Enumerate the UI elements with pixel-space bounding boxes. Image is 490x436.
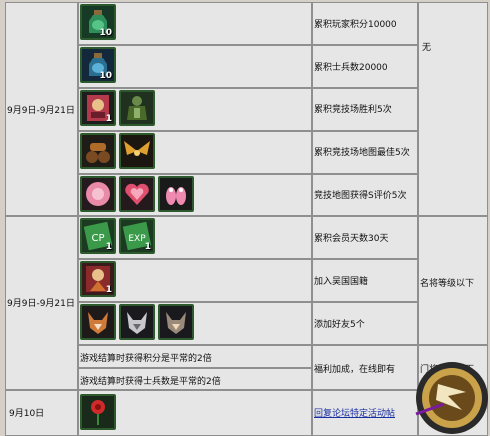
condition-text: 累积竞技场地图最佳5次 — [314, 148, 410, 158]
condition-text: 累积竞技场胜利5次 — [314, 105, 392, 115]
game-logo — [415, 362, 488, 434]
date-range-3: 9月10日 — [9, 409, 45, 419]
bonus-soldiers-text: 游戏结算时获得士兵数是平常的2倍 — [80, 377, 221, 387]
card-icon: 1 — [80, 90, 116, 126]
wings-icon — [119, 133, 155, 169]
date-range-2: 9月9日-9月21日 — [7, 299, 75, 309]
pink-slippers-icon — [158, 176, 194, 212]
requirement-none: 无 — [422, 43, 432, 53]
green-potion-icon: 10 — [80, 4, 116, 40]
condition-text: 累积士兵数20000 — [314, 63, 388, 73]
forum-activity-link[interactable]: 回复论坛特定活动帖 — [314, 406, 395, 419]
cannon-icon — [80, 133, 116, 169]
heart-icon — [119, 176, 155, 212]
condition-text: 添加好友5个 — [314, 320, 365, 330]
soldier-icon — [119, 90, 155, 126]
fox-mask-icon — [80, 304, 116, 340]
character-card-icon: 1 — [80, 261, 116, 297]
pink-cushion-icon — [80, 176, 116, 212]
condition-text: 加入吴国国籍 — [314, 277, 369, 287]
svg-text:CP: CP — [91, 233, 104, 244]
requirement-cell-1 — [418, 2, 488, 216]
cp-card-icon: CP 1 — [80, 218, 116, 254]
condition-text: 累积会员天数30天 — [314, 234, 389, 244]
condition-text: 累积玩家积分10000 — [314, 20, 397, 30]
date-range-1: 9月9日-9月21日 — [7, 106, 75, 116]
svg-text:EXP: EXP — [128, 234, 146, 244]
rose-icon — [80, 394, 116, 430]
blue-potion-icon: 10 — [80, 47, 116, 83]
bonus-condition-text: 福利加成，在线即有 — [314, 365, 396, 375]
wolf-mask-icon — [119, 304, 155, 340]
fox-helmet-icon — [158, 304, 194, 340]
bonus-points-text: 游戏结算时获得积分是平常的2倍 — [80, 354, 212, 364]
condition-text: 竞技地图获得S评价5次 — [314, 191, 407, 201]
exp-card-icon: EXP 1 — [119, 218, 155, 254]
requirement-rank: 名将等级以下 — [420, 279, 475, 289]
